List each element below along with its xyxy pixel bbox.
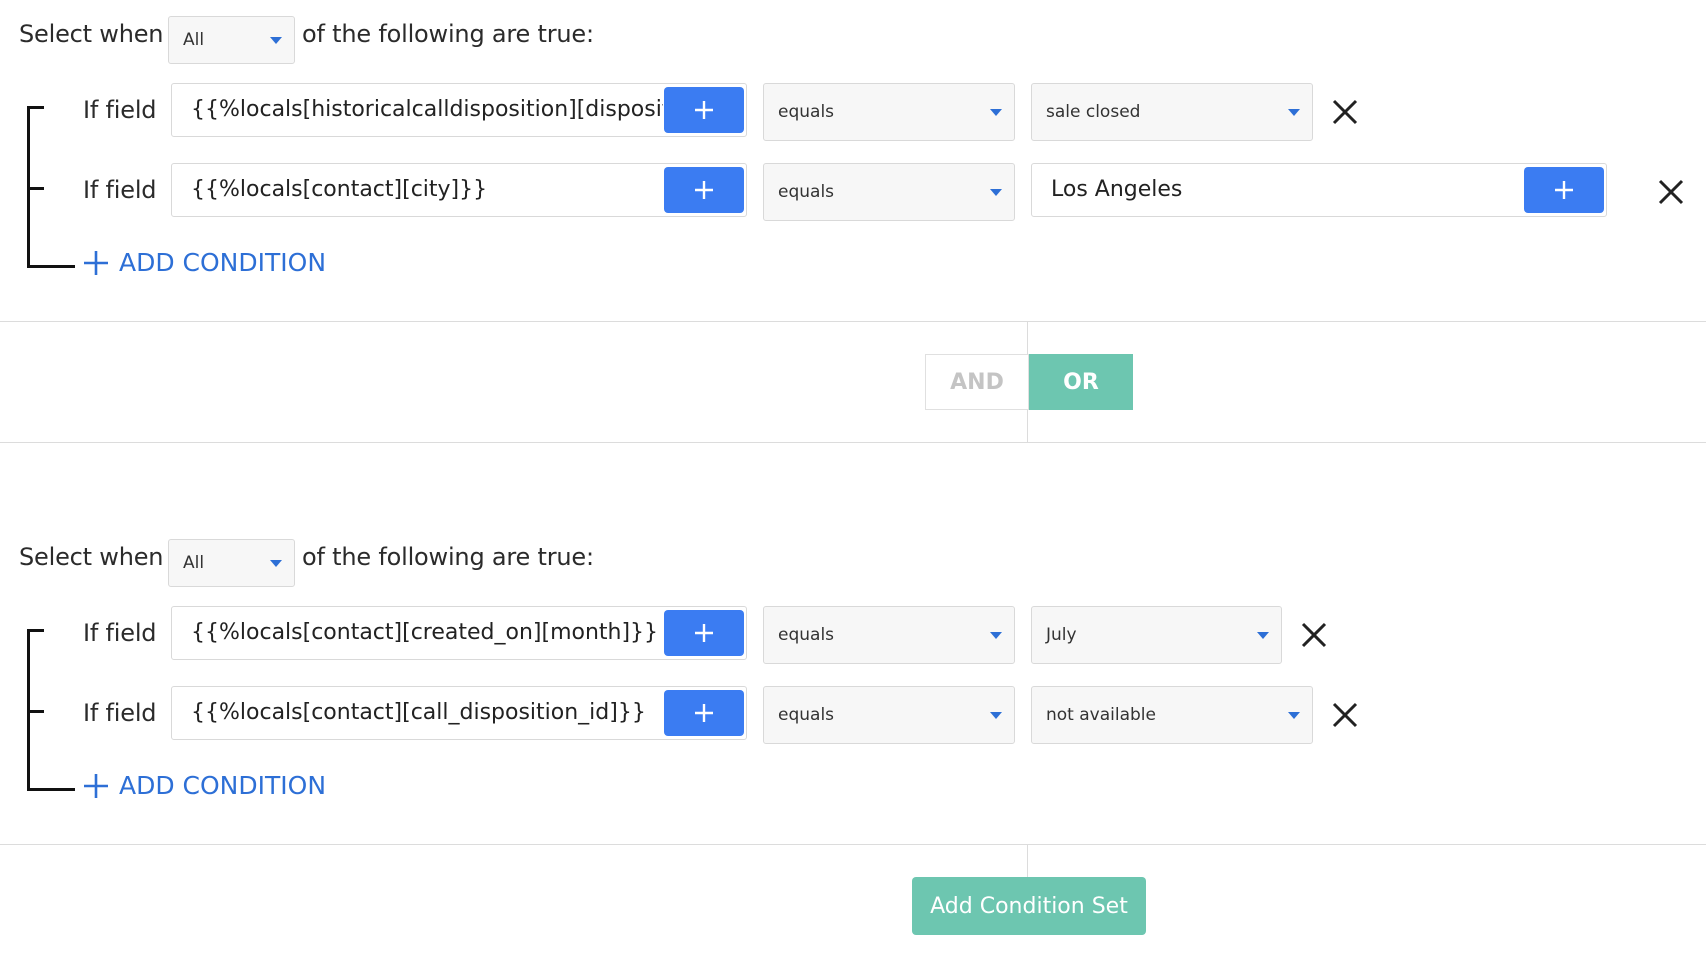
- plus-icon: [84, 250, 108, 275]
- caret-down-icon: [1288, 712, 1300, 719]
- field-value: {{%locals[historicalcalldisposition][dis…: [191, 97, 663, 122]
- divider: [0, 321, 1706, 322]
- operator-select[interactable]: equals: [763, 606, 1015, 664]
- caret-down-icon: [990, 109, 1002, 116]
- plus-icon: [84, 773, 108, 798]
- close-icon[interactable]: [1301, 622, 1327, 648]
- plus-icon: [695, 101, 713, 119]
- insert-variable-button[interactable]: [664, 610, 744, 656]
- field-value: {{%locals[contact][created_on][month]}}: [191, 620, 659, 645]
- field-value: {{%locals[contact][call_disposition_id]}…: [191, 700, 646, 725]
- select-when-label: Select when: [19, 20, 164, 48]
- following-true-label: of the following are true:: [302, 20, 594, 48]
- caret-down-icon: [270, 560, 282, 567]
- divider: [0, 844, 1706, 845]
- if-field-label: If field: [83, 176, 157, 204]
- operator-select[interactable]: equals: [763, 686, 1015, 744]
- insert-variable-button[interactable]: [664, 167, 744, 213]
- value-text: July: [1046, 625, 1077, 645]
- field-input[interactable]: {{%locals[contact][created_on][month]}}: [171, 606, 747, 660]
- add-condition-set-button[interactable]: Add Condition Set: [912, 877, 1146, 935]
- operator-value: equals: [778, 705, 835, 725]
- operator-select[interactable]: equals: [763, 163, 1015, 221]
- caret-down-icon: [270, 37, 282, 44]
- bracket-tick: [27, 187, 44, 190]
- plus-icon: [1555, 181, 1573, 199]
- insert-variable-button[interactable]: [664, 690, 744, 736]
- quantifier-value: All: [183, 553, 205, 573]
- field-input[interactable]: {{%locals[historicalcalldisposition][dis…: [171, 83, 747, 137]
- divider: [0, 442, 1706, 443]
- insert-variable-button[interactable]: [1524, 167, 1604, 213]
- operator-value: equals: [778, 182, 835, 202]
- close-icon[interactable]: [1332, 99, 1358, 125]
- bracket-tick: [27, 629, 44, 632]
- add-condition-label: ADD CONDITION: [119, 248, 327, 277]
- add-condition-button[interactable]: ADD CONDITION: [83, 248, 326, 277]
- field-value: {{%locals[contact][city]}}: [191, 177, 488, 202]
- value-select[interactable]: not available: [1031, 686, 1313, 744]
- value-text: not available: [1046, 705, 1156, 725]
- if-field-label: If field: [83, 699, 157, 727]
- field-input[interactable]: {{%locals[contact][city]}}: [171, 163, 747, 217]
- if-field-label: If field: [83, 619, 157, 647]
- bracket-tick: [27, 788, 75, 791]
- close-icon[interactable]: [1332, 702, 1358, 728]
- value-input[interactable]: Los Angeles: [1031, 163, 1607, 217]
- value-select[interactable]: sale closed: [1031, 83, 1313, 141]
- plus-icon: [695, 181, 713, 199]
- bracket-tick: [27, 710, 44, 713]
- caret-down-icon: [990, 632, 1002, 639]
- bracket-tick: [27, 106, 44, 109]
- field-input[interactable]: {{%locals[contact][call_disposition_id]}…: [171, 686, 747, 740]
- select-when-label: Select when: [19, 543, 164, 571]
- operator-value: equals: [778, 102, 835, 122]
- caret-down-icon: [1257, 632, 1269, 639]
- following-true-label: of the following are true:: [302, 543, 594, 571]
- value-text: sale closed: [1046, 102, 1141, 122]
- quantifier-value: All: [183, 30, 205, 50]
- or-toggle-button[interactable]: OR: [1029, 354, 1133, 410]
- operator-select[interactable]: equals: [763, 83, 1015, 141]
- and-toggle-button[interactable]: AND: [925, 354, 1029, 410]
- caret-down-icon: [990, 712, 1002, 719]
- insert-variable-button[interactable]: [664, 87, 744, 133]
- value-text: Los Angeles: [1051, 177, 1183, 202]
- divider-vertical: [1027, 844, 1028, 878]
- quantifier-select[interactable]: All: [168, 539, 295, 587]
- bracket-tick: [27, 265, 75, 268]
- operator-value: equals: [778, 625, 835, 645]
- close-icon[interactable]: [1658, 179, 1684, 205]
- caret-down-icon: [990, 189, 1002, 196]
- caret-down-icon: [1288, 109, 1300, 116]
- plus-icon: [695, 704, 713, 722]
- add-condition-label: ADD CONDITION: [119, 771, 327, 800]
- if-field-label: If field: [83, 96, 157, 124]
- quantifier-select[interactable]: All: [168, 16, 295, 64]
- add-condition-button[interactable]: ADD CONDITION: [83, 771, 326, 800]
- value-select[interactable]: July: [1031, 606, 1282, 664]
- plus-icon: [695, 624, 713, 642]
